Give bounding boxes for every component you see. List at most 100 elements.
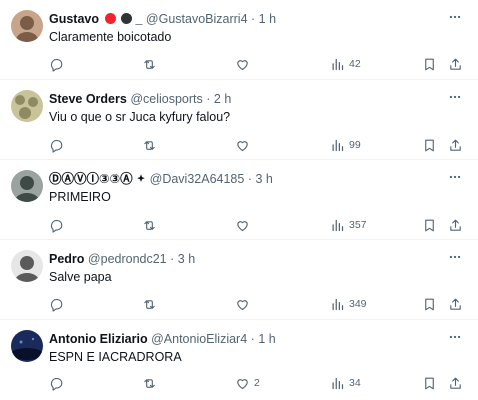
display-name[interactable]: Pedro [49,252,84,266]
action-bar: 99 [49,136,478,154]
more-icon[interactable] [448,10,462,24]
timestamp[interactable]: 3 h [178,252,195,266]
post-text: ESPN E IACRADRORA [49,350,182,364]
share-button[interactable] [448,55,463,73]
views-icon [332,377,344,389]
more-icon[interactable] [448,170,462,184]
like-icon [237,378,248,389]
reply-icon [50,58,63,72]
bookmark-icon [425,219,434,231]
post-header: Pedro @pedrondc21 · 3 h [49,251,438,267]
share-button[interactable] [448,374,463,392]
user-handle[interactable]: @pedrondc21 [88,252,167,266]
share-button[interactable] [448,295,463,313]
user-handle[interactable]: @celiosports [130,92,202,106]
share-button[interactable] [448,216,463,234]
more-icon[interactable] [448,330,462,344]
view-count: 357 [349,219,367,231]
view-count: 42 [349,58,361,70]
view-count: 34 [349,377,361,389]
display-name[interactable]: Gustavo [49,12,99,26]
views-button[interactable]: 99 [330,136,361,154]
display-name-suffix: _ [135,12,143,26]
post-text: Viu o que o sr Juca kyfury falou? [49,110,231,124]
share-icon [450,58,461,70]
more-icon[interactable] [448,250,462,264]
repost-icon [144,220,155,230]
user-handle[interactable]: @GustavoBizarri4 [146,12,248,26]
like-button[interactable] [235,216,254,234]
timestamp[interactable]: 1 h [259,12,276,26]
post-header: Antonio Eliziario @AntonioEliziar4 · 1 h [49,331,438,347]
separator: · [206,92,211,106]
avatar[interactable] [11,90,43,122]
like-button[interactable] [235,295,254,313]
separator: · [251,12,256,26]
post-4[interactable]: Pedro @pedrondc21 · 3 h Salve papa 349 [0,240,478,320]
user-handle[interactable]: @Davi32A64185 [150,172,245,186]
reply-button[interactable] [49,136,64,154]
user-handle[interactable]: @AntonioEliziar4 [151,332,247,346]
like-button[interactable] [235,136,254,154]
reply-icon [50,377,63,391]
views-button[interactable]: 34 [330,374,361,392]
repost-button[interactable] [142,216,157,234]
repost-button[interactable] [142,136,157,154]
avatar[interactable] [11,10,43,42]
reply-button[interactable] [49,374,64,392]
view-count: 349 [349,298,367,310]
view-count: 99 [349,139,361,151]
views-button[interactable]: 349 [330,295,367,313]
timestamp[interactable]: 3 h [255,172,272,186]
display-name[interactable]: Steve Orders [49,92,127,106]
black-circle-icon [120,13,132,24]
post-5[interactable]: Antonio Eliziario @AntonioEliziar4 · 1 h… [0,320,478,400]
bookmark-icon [425,377,434,389]
action-bar: 357 [49,216,478,234]
repost-icon [144,378,155,388]
separator: · [250,332,255,346]
reply-button[interactable] [49,295,64,313]
like-button[interactable]: 2 [235,374,260,392]
views-icon [332,298,344,310]
share-button[interactable] [448,136,463,154]
bookmark-icon [425,139,434,151]
bookmark-button[interactable] [422,216,437,234]
bookmark-button[interactable] [422,55,437,73]
post-1[interactable]: Gustavo _ @GustavoBizarri4 · 1 h Clarame… [0,0,478,80]
views-button[interactable]: 42 [330,55,361,73]
like-count: 2 [254,377,260,389]
more-icon[interactable] [448,90,462,104]
display-name[interactable]: ⒹⒶⓋⒾ③③Ⓐ [49,172,133,186]
repost-button[interactable] [142,295,157,313]
timestamp[interactable]: 1 h [258,332,275,346]
avatar[interactable] [11,250,43,282]
action-bar: 349 [49,295,478,313]
bookmark-button[interactable] [422,295,437,313]
repost-icon [144,299,155,309]
like-button[interactable] [235,55,254,73]
timestamp[interactable]: 2 h [214,92,231,106]
repost-button[interactable] [142,55,157,73]
repost-button[interactable] [142,374,157,392]
reply-icon [50,298,63,312]
post-header: ⒹⒶⓋⒾ③③Ⓐ @Davi32A64185 · 3 h [49,171,438,187]
views-icon [332,58,344,70]
avatar[interactable] [11,330,43,362]
avatar[interactable] [11,170,43,202]
separator: · [170,252,175,266]
post-3[interactable]: ⒹⒶⓋⒾ③③Ⓐ @Davi32A64185 · 3 h PRIMEIRO 357 [0,160,478,240]
bookmark-button[interactable] [422,374,437,392]
views-button[interactable]: 357 [330,216,367,234]
views-icon [332,219,344,231]
reply-button[interactable] [49,55,64,73]
like-icon [237,140,248,151]
display-name[interactable]: Antonio Eliziario [49,332,148,346]
bookmark-icon [425,58,434,70]
bookmark-button[interactable] [422,136,437,154]
reply-icon [50,139,63,153]
reply-button[interactable] [49,216,64,234]
post-text: Claramente boicotado [49,30,172,44]
bookmark-icon [425,298,434,310]
post-2[interactable]: Steve Orders @celiosports · 2 h Viu o qu… [0,80,478,160]
